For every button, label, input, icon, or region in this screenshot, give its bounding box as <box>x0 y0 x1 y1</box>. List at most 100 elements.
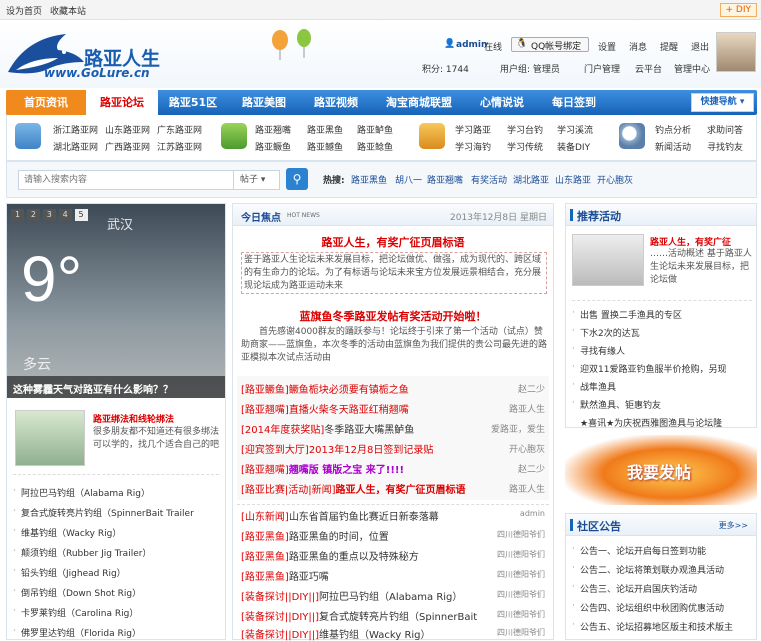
hot-search-item[interactable]: 有奖活动 <box>471 173 507 186</box>
settings-link[interactable]: 设置 <box>598 40 616 53</box>
post-title[interactable]: 冬季路亚大嘴黑鲈鱼 <box>324 425 414 436</box>
slide-page-2[interactable]: 2 <box>26 209 40 221</box>
search-input[interactable] <box>18 170 234 190</box>
add-favorite-link[interactable]: 收藏本站 <box>50 4 86 17</box>
post-row[interactable]: [装备探讨||DIY||]阿拉巴马钓组（Alabama Rig） <box>241 588 462 603</box>
slide-page-5[interactable]: 5 <box>74 209 88 221</box>
nav-forum[interactable]: 路亚论坛 <box>86 90 158 115</box>
post-row[interactable]: [路亚比赛|活动|新闻]路亚人生，有奖广征页眉标语 <box>241 481 466 496</box>
quick-nav-dropdown[interactable]: 快捷导航 ▾ <box>691 93 754 112</box>
post-tag[interactable]: [2014年度获奖贴] <box>241 425 324 436</box>
headline-1[interactable]: 路亚人生，有奖广征页眉标语 <box>233 234 553 250</box>
post-row[interactable]: [装备探讨||DIY||]复合式旋转亮片钓组（SpinnerBait <box>241 608 481 623</box>
nav-checkin[interactable]: 每日签到 <box>538 90 610 115</box>
post-author[interactable]: 四川德阳爷们 <box>497 569 545 580</box>
post-author[interactable]: 赵二少 <box>518 462 545 475</box>
post-author[interactable]: 路亚人生 <box>509 482 545 495</box>
sub-link-guiyu[interactable]: 路亚鳜鱼 <box>255 140 291 153</box>
sub-link-luyu[interactable]: 路亚鲈鱼 <box>357 123 393 136</box>
rig-list-item[interactable]: 复合式旋转亮片钓组（SpinnerBait Trailer <box>13 506 194 519</box>
slide-page-4[interactable]: 4 <box>58 209 72 221</box>
search-button[interactable]: ⚲ <box>286 168 308 190</box>
sub-link-qiaozui[interactable]: 路亚翘嘴 <box>255 123 291 136</box>
nav-pictures[interactable]: 路亚美图 <box>228 90 300 115</box>
reminders-link[interactable]: 提醒 <box>660 40 678 53</box>
post-tag[interactable]: [路亚黑鱼] <box>241 552 289 563</box>
notice-item[interactable]: 公告五、论坛招募地区版主和技术版主 <box>572 620 733 633</box>
post-tag[interactable]: [路亚黑鱼] <box>241 532 289 543</box>
rig-list-item[interactable]: 铅头钓组（Jighead Rig） <box>13 566 126 579</box>
post-row[interactable]: [迎宾签到大厅]2013年12月8日签到记录贴 <box>241 441 433 456</box>
post-author[interactable]: 四川德阳爷们 <box>497 549 545 560</box>
slide-page-3[interactable]: 3 <box>42 209 56 221</box>
sub-link-guangdong[interactable]: 广东路亚网 <box>157 123 202 136</box>
recommend-thumbnail[interactable] <box>572 234 644 286</box>
notice-item[interactable]: 公告二、论坛将策划联办观渔具活动 <box>572 563 724 576</box>
post-tag[interactable]: [装备探讨||DIY||] <box>241 592 319 603</box>
post-tag[interactable]: [路亚黑鱼] <box>241 572 289 583</box>
recommend-item-title[interactable]: 路亚人生，有奖广征 <box>650 235 731 248</box>
post-row[interactable]: [路亚鳜鱼]鳜鱼栀块必须要有镇栀之鱼 <box>241 381 409 396</box>
hot-search-item[interactable]: 路亚黑鱼 <box>351 173 387 186</box>
weather-slide[interactable]: 1 2 3 4 5 武汉 9° 多云 这种雾霾天气对路亚有什么影响？？ <box>7 204 225 398</box>
post-title[interactable]: 路亚黑鱼的时间，位置 <box>289 532 389 543</box>
post-row[interactable]: [路亚翘嘴]直播火柴冬天路亚红稍翘嘴 <box>241 401 409 416</box>
user-group[interactable]: 用户组: 管理员 <box>500 62 560 75</box>
post-row[interactable]: [路亚翘嘴]翘嘴版 镇版之宝 来了!!!! <box>241 461 404 476</box>
post-title[interactable]: 路亚黑鱼的重点以及特殊秘方 <box>289 552 419 563</box>
post-author[interactable]: 开心胞灰 <box>509 442 545 455</box>
post-row[interactable]: [2014年度获奖贴]冬季路亚大嘴黑鲈鱼 <box>241 421 414 436</box>
rig-list-item[interactable]: 维基钓组（Wacky Rig） <box>13 526 121 539</box>
messages-link[interactable]: 消息 <box>629 40 647 53</box>
notice-item[interactable]: 公告四、论坛组织中秋团购优惠活动 <box>572 601 724 614</box>
hot-search-item[interactable]: 开心胞灰 <box>597 173 633 186</box>
post-row[interactable]: [路亚黑鱼]路亚黑鱼的重点以及特殊秘方 <box>241 548 419 563</box>
post-author[interactable]: admin <box>520 509 545 518</box>
post-tag[interactable]: [装备探讨||DIY||] <box>241 612 319 623</box>
sub-link-guangxi[interactable]: 广西路亚网 <box>105 140 150 153</box>
post-row[interactable]: [装备探讨||DIY||]维基钓组（Wacky Rig） <box>241 626 431 641</box>
post-title[interactable]: 2013年12月8日签到记录贴 <box>309 445 434 456</box>
slide-page-1[interactable]: 1 <box>11 209 24 221</box>
headline-2[interactable]: 蓝旗鱼冬季路亚发帖有奖活动开始啦！ <box>233 308 553 324</box>
hot-search-item[interactable]: 山东路亚 <box>555 173 591 186</box>
rig-list-item[interactable]: 倒吊钓组（Down Shot Rig） <box>13 586 141 599</box>
recommend-list-item[interactable]: 迎双11爱路亚钓鱼服半价抢购，另现 <box>572 362 726 375</box>
sub-link-learn-taidiao[interactable]: 学习台钓 <box>507 123 543 136</box>
post-row[interactable]: [路亚黑鱼]路亚巧嘴 <box>241 568 329 583</box>
post-title[interactable]: 翘嘴版 镇版之宝 来了!!!! <box>289 465 404 476</box>
rig-list-item[interactable]: 佛罗里达钓组（Florida Rig） <box>13 626 141 639</box>
sub-link-nianyu[interactable]: 路亚鲶鱼 <box>357 140 393 153</box>
slide-caption[interactable]: 这种雾霾天气对路亚有什么影响？？ <box>13 381 173 396</box>
post-author[interactable]: 四川德阳爷们 <box>497 609 545 620</box>
sub-link-help[interactable]: 求助问答 <box>707 123 743 136</box>
rig-article-title[interactable]: 路亚绑法和线轮绑法 <box>93 412 174 425</box>
post-author[interactable]: 四川德阳爷们 <box>497 529 545 540</box>
credit-count[interactable]: 积分: 1744 <box>422 62 469 75</box>
post-title[interactable]: 山东省首届钓鱼比赛近日新泰落幕 <box>289 512 439 523</box>
set-homepage-link[interactable]: 设为首页 <box>6 4 42 17</box>
sub-link-learn-traditional[interactable]: 学习传统 <box>507 140 543 153</box>
post-author[interactable]: 四川德阳爷们 <box>497 627 545 638</box>
post-button[interactable]: 我要发帖 <box>565 435 757 505</box>
post-tag[interactable]: [路亚比赛|活动|新闻] <box>241 485 336 496</box>
qq-bind-button[interactable]: 🐧 QQ帐号绑定 <box>511 37 589 52</box>
hot-search-item[interactable]: 胡八一 <box>395 173 422 186</box>
rig-thumbnail[interactable] <box>15 410 85 466</box>
portal-admin-link[interactable]: 门户管理 <box>584 62 620 75</box>
notice-item[interactable]: 公告三、论坛开启国庆钓活动 <box>572 582 697 595</box>
sub-link-learn-lure[interactable]: 学习路亚 <box>455 123 491 136</box>
post-tag[interactable]: [山东新闻] <box>241 512 289 523</box>
recommend-list-item[interactable]: 寻找有缘人 <box>572 344 625 357</box>
nav-area51[interactable]: 路亚51区 <box>158 90 228 115</box>
notice-more-link[interactable]: 更多>> <box>719 520 748 531</box>
search-type-select[interactable]: 帖子 ▾ <box>234 170 280 190</box>
post-title[interactable]: 复合式旋转亮片钓组（SpinnerBait <box>319 612 477 623</box>
sub-link-news[interactable]: 新闻活动 <box>655 140 691 153</box>
sub-link-heiyu[interactable]: 路亚黑鱼 <box>307 123 343 136</box>
recommend-list-item[interactable]: 出售 置换二手渔具的专区 <box>572 308 682 321</box>
sub-link-shandong[interactable]: 山东路亚网 <box>105 123 150 136</box>
sub-link-jiangsu[interactable]: 江苏路亚网 <box>157 140 202 153</box>
post-title[interactable]: 直播火柴冬天路亚红稍翘嘴 <box>289 405 409 416</box>
sub-link-ganyu[interactable]: 路亚鳡鱼 <box>307 140 343 153</box>
